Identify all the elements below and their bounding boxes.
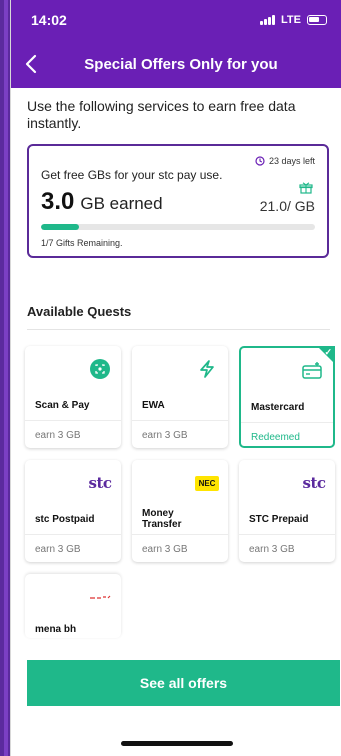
tile-divider (132, 420, 228, 421)
quota-text: 21.0/ GB (259, 198, 315, 214)
card-headline: Get free GBs for your stc pay use. (41, 168, 223, 182)
background-app-edge (0, 0, 10, 756)
section-title: Available Quests (27, 304, 132, 319)
phone-screen: 14:02 LTE Special Offers Only for you Us… (10, 0, 341, 756)
lightning-icon (196, 358, 218, 380)
intro-text: Use the following services to earn free … (27, 98, 296, 131)
tile-divider (239, 534, 335, 535)
chevron-left-icon (25, 54, 37, 74)
stc-logo: stc (88, 474, 113, 492)
quest-reward: Redeemed (251, 432, 300, 443)
quest-name: mena bh (35, 624, 77, 635)
section-divider (27, 329, 330, 330)
quest-name: Mastercard (251, 402, 305, 413)
scan-pay-icon (89, 358, 111, 380)
earned-label: GB earned (80, 194, 163, 213)
quest-reward: earn 3 GB (142, 430, 188, 441)
progress-bar (41, 224, 315, 230)
quest-tile-mena-bh[interactable]: mena bh (25, 574, 121, 638)
status-indicators: LTE (260, 14, 327, 26)
tile-divider (25, 534, 121, 535)
nec-logo: NEC (194, 472, 220, 494)
card-icon (301, 360, 323, 382)
tile-divider (25, 420, 121, 421)
gifts-remaining: 1/7 Gifts Remaining. (41, 238, 123, 248)
quest-tile-mastercard[interactable]: ✓ Mastercard Redeemed (239, 346, 335, 448)
days-left-badge: 23 days left (255, 156, 315, 166)
clock-icon (255, 156, 265, 166)
quest-reward: earn 3 GB (35, 544, 81, 555)
see-all-offers-button[interactable]: See all offers (27, 660, 340, 706)
network-label: LTE (281, 14, 301, 26)
quest-name: Scan & Pay (35, 400, 90, 411)
quest-reward: earn 3 GB (249, 544, 295, 555)
gift-icon (299, 182, 313, 194)
quest-tile-ewa[interactable]: EWA earn 3 GB (132, 346, 228, 448)
page-title: Special Offers Only for you (84, 55, 278, 73)
back-button[interactable] (17, 50, 45, 78)
progress-fill (41, 224, 80, 230)
earn-progress-card: 23 days left Get free GBs for your stc p… (27, 144, 329, 258)
status-time: 14:02 (31, 12, 67, 28)
quest-tile-money-transfer[interactable]: NEC Money Transfer earn 3 GB (132, 460, 228, 562)
stc-logo: stc (302, 474, 327, 492)
earned-value: 3.0 (41, 188, 75, 215)
quest-reward: earn 3 GB (142, 544, 188, 555)
quest-tile-stc-postpaid[interactable]: stc stc Postpaid earn 3 GB (25, 460, 121, 562)
mena-logo (89, 586, 111, 608)
quest-name: EWA (142, 400, 165, 411)
tile-divider (132, 534, 228, 535)
days-left-text: 23 days left (268, 156, 315, 166)
quest-tile-scan-pay[interactable]: Scan & Pay earn 3 GB (25, 346, 121, 448)
quest-name: STC Prepaid (249, 514, 309, 525)
signal-icon (260, 15, 276, 25)
status-bar: 14:02 LTE (11, 0, 341, 40)
quest-name: Money Transfer (142, 508, 182, 530)
quest-name: stc Postpaid (35, 514, 95, 525)
nav-bar: Special Offers Only for you (11, 40, 341, 88)
quest-tile-stc-prepaid[interactable]: stc STC Prepaid earn 3 GB (239, 460, 335, 562)
battery-icon (307, 15, 327, 25)
quest-reward: earn 3 GB (35, 430, 81, 441)
check-icon: ✓ (324, 347, 332, 357)
tile-divider (241, 422, 333, 423)
home-indicator (121, 741, 233, 746)
